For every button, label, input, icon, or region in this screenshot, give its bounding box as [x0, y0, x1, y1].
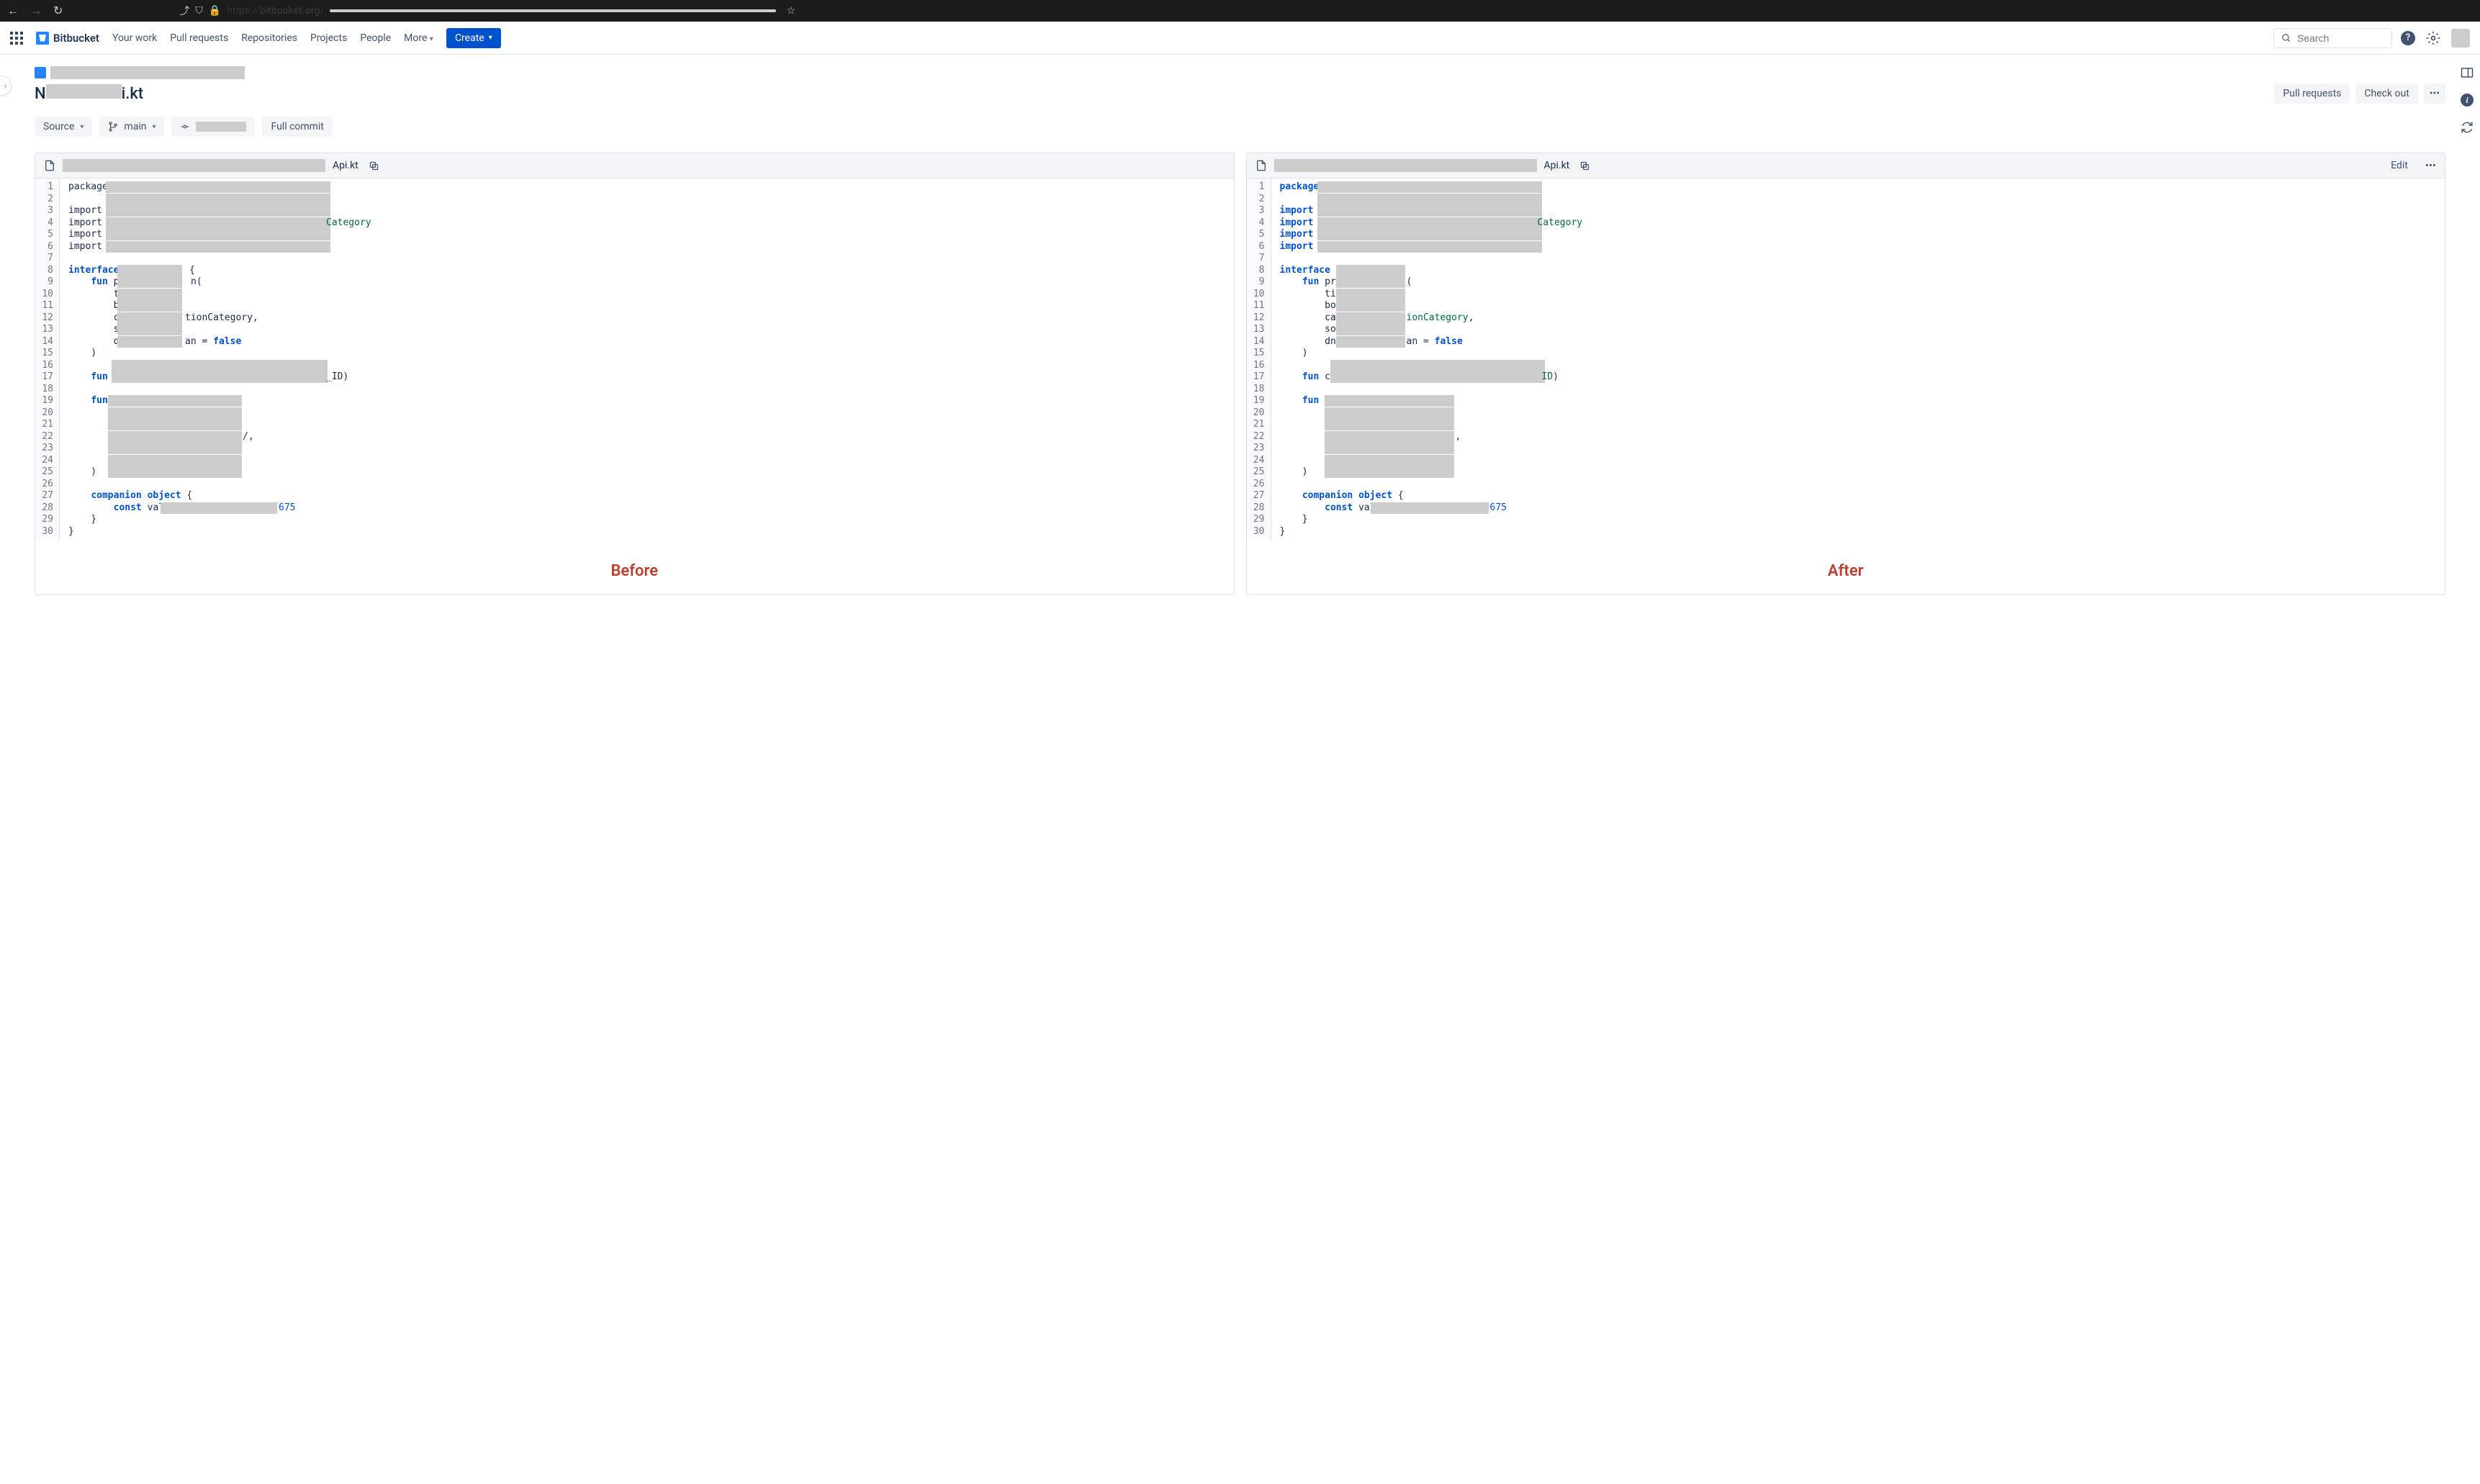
check-out-button[interactable]: Check out: [2355, 83, 2417, 104]
nav-more[interactable]: More ▾: [404, 32, 433, 44]
caption-after: After: [1247, 540, 2445, 594]
diff-pane-after: Api.kt Edit ••• 123456789101112131415161…: [1246, 153, 2446, 595]
file-path-redacted: [63, 159, 325, 172]
line-gutter: 1234567891011121314151617181920212223242…: [1247, 178, 1271, 540]
browser-chrome: ← → ↻ ⤴ ⛉ 🔒 https://bitbucket.org/ ☆: [0, 0, 2480, 22]
repo-icon: [35, 67, 46, 78]
url-text[interactable]: https://bitbucket.org/: [227, 5, 324, 17]
copy-icon[interactable]: [1579, 160, 1590, 171]
file-icon: [1255, 159, 1267, 172]
nav-links: Your work Pull requests Repositories Pro…: [112, 32, 433, 44]
create-button[interactable]: Create▾: [446, 28, 501, 48]
shield-icon: ⛉: [195, 5, 203, 17]
settings-icon[interactable]: [2424, 29, 2443, 47]
avatar[interactable]: [2451, 29, 2470, 47]
pull-requests-button[interactable]: Pull requests: [2274, 83, 2350, 104]
nav-pull-requests[interactable]: Pull requests: [170, 32, 228, 44]
file-path-suffix: Api.kt: [333, 160, 359, 171]
source-dropdown[interactable]: Source▾: [35, 117, 92, 137]
reload-icon[interactable]: ↻: [53, 4, 63, 18]
back-icon[interactable]: ←: [7, 4, 19, 18]
breadcrumb-redacted[interactable]: [50, 66, 245, 79]
bitbucket-icon: [36, 32, 49, 45]
search-input[interactable]: [2273, 28, 2392, 48]
brand-text: Bitbucket: [53, 32, 99, 45]
lock-icon: 🔒: [209, 5, 221, 17]
global-nav: Bitbucket Your work Pull requests Reposi…: [0, 22, 2480, 55]
nav-your-work[interactable]: Your work: [112, 32, 157, 44]
more-actions-button[interactable]: •••: [2424, 83, 2445, 104]
help-icon[interactable]: ?: [2401, 31, 2415, 45]
code-after: package import aimport aCategoryimport a…: [1271, 178, 2445, 540]
commit-dropdown[interactable]: [171, 117, 255, 137]
file-path-redacted: [1274, 159, 1537, 172]
line-gutter: 1234567891011121314151617181920212223242…: [35, 178, 60, 540]
more-icon[interactable]: •••: [2425, 159, 2436, 172]
file-icon: [44, 159, 55, 172]
bitbucket-logo[interactable]: Bitbucket: [36, 32, 99, 45]
nav-people[interactable]: People: [360, 32, 391, 44]
edit-button[interactable]: Edit: [2391, 160, 2408, 171]
branch-dropdown[interactable]: main▾: [99, 117, 164, 137]
bookmark-star-icon[interactable]: ☆: [786, 5, 795, 17]
search-field[interactable]: [2297, 32, 2384, 44]
nav-repositories[interactable]: Repositories: [241, 32, 297, 44]
copy-icon[interactable]: [369, 160, 379, 171]
breadcrumb: [35, 66, 2445, 79]
extensions-icon[interactable]: ⤴: [179, 4, 189, 18]
code-before: package import aimport aCategoryimport a…: [60, 178, 1234, 540]
url-bar[interactable]: [330, 9, 776, 12]
diff-pane-before: Api.kt 123456789101112131415161718192021…: [35, 153, 1235, 595]
search-icon: [2281, 33, 2291, 43]
file-path-suffix: Api.kt: [1544, 160, 1570, 171]
page-title: Ni.kt: [35, 84, 143, 103]
caption-before: Before: [35, 540, 1234, 594]
forward-icon[interactable]: →: [30, 4, 42, 18]
app-switcher-icon[interactable]: [10, 32, 23, 45]
nav-projects[interactable]: Projects: [310, 32, 347, 44]
full-commit-button[interactable]: Full commit: [262, 117, 332, 137]
